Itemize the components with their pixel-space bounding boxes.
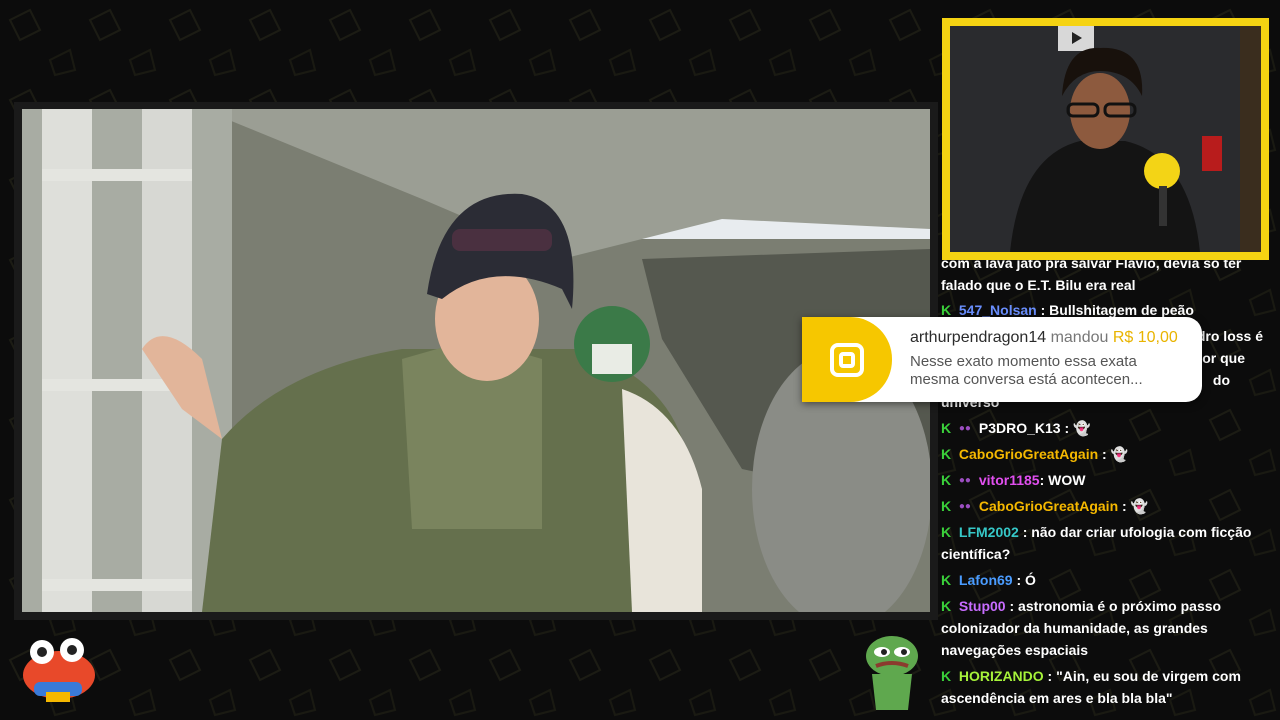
webcam-feed: [950, 26, 1261, 252]
ghost-emote-icon: 👻: [1073, 420, 1091, 436]
chat-username[interactable]: Lafon69: [959, 572, 1013, 588]
frog-mascot-sticker: [23, 638, 95, 702]
chat-message: K CaboGrioGreatAgain : 👻: [941, 443, 1271, 465]
chat-username[interactable]: vitor1185: [979, 472, 1040, 488]
donor-name: arthurpendragon14: [910, 329, 1047, 346]
chat-message: K Stup00 : astronomia é o próximo passo c…: [941, 595, 1271, 661]
donation-logo-icon: [802, 317, 892, 402]
chat-username[interactable]: P3DRO_K13: [979, 420, 1061, 436]
chat-message: falado que o E.T. Bilu era real: [941, 277, 1136, 293]
verified-badge-icon: K: [941, 524, 952, 540]
ghost-emote-icon: 👻: [1130, 498, 1149, 514]
sub-badge-icon: ●●: [958, 475, 971, 487]
chat-username[interactable]: 547_Nolsan: [959, 302, 1037, 318]
pepe-frog-sticker: [866, 636, 918, 710]
chat-message: K ●● vitor1185: WOW: [941, 469, 1271, 492]
chat-message: K ●● P3DRO_K13 : 👻: [941, 417, 1271, 440]
chat-username[interactable]: Stup00: [959, 598, 1006, 614]
verified-badge-icon: K: [941, 572, 952, 588]
sub-badge-icon: ●●: [958, 501, 971, 513]
chat-username[interactable]: LFM2002: [959, 524, 1019, 540]
chat-username[interactable]: CaboGrioGreatAgain: [979, 498, 1118, 514]
verified-badge-icon: K: [941, 498, 952, 514]
donation-message: Nesse exato momento essa exata mesma con…: [910, 353, 1143, 388]
verified-badge-icon: K: [941, 420, 952, 436]
ghost-emote-icon: 👻: [1110, 446, 1129, 462]
chat-message: K Lafon69 : Ó: [941, 569, 1271, 591]
donation-header: arthurpendragon14 mandou R$ 10,00: [910, 329, 1178, 347]
verified-badge-icon: K: [941, 472, 952, 488]
donation-alert: arthurpendragon14 mandou R$ 10,00 Nesse …: [802, 317, 1202, 402]
verified-badge-icon: K: [941, 446, 952, 462]
chat-username[interactable]: CaboGrioGreatAgain: [959, 446, 1098, 462]
chat-message: K ●● CaboGrioGreatAgain : 👻: [941, 495, 1271, 518]
sub-badge-icon: ●●: [958, 423, 971, 435]
donation-verb: mandou: [1050, 329, 1109, 346]
main-video[interactable]: [22, 109, 930, 612]
chat-username[interactable]: HORIZANDO: [959, 668, 1044, 684]
chat-message: K LFM2002 : não dar criar ufologia com f…: [941, 521, 1271, 565]
verified-badge-icon: K: [941, 668, 952, 684]
verified-badge-icon: K: [941, 598, 952, 614]
donation-amount: R$ 10,00: [1112, 329, 1178, 346]
chat-message: K HORIZANDO : "Ain, eu sou de virgem com…: [941, 665, 1271, 709]
